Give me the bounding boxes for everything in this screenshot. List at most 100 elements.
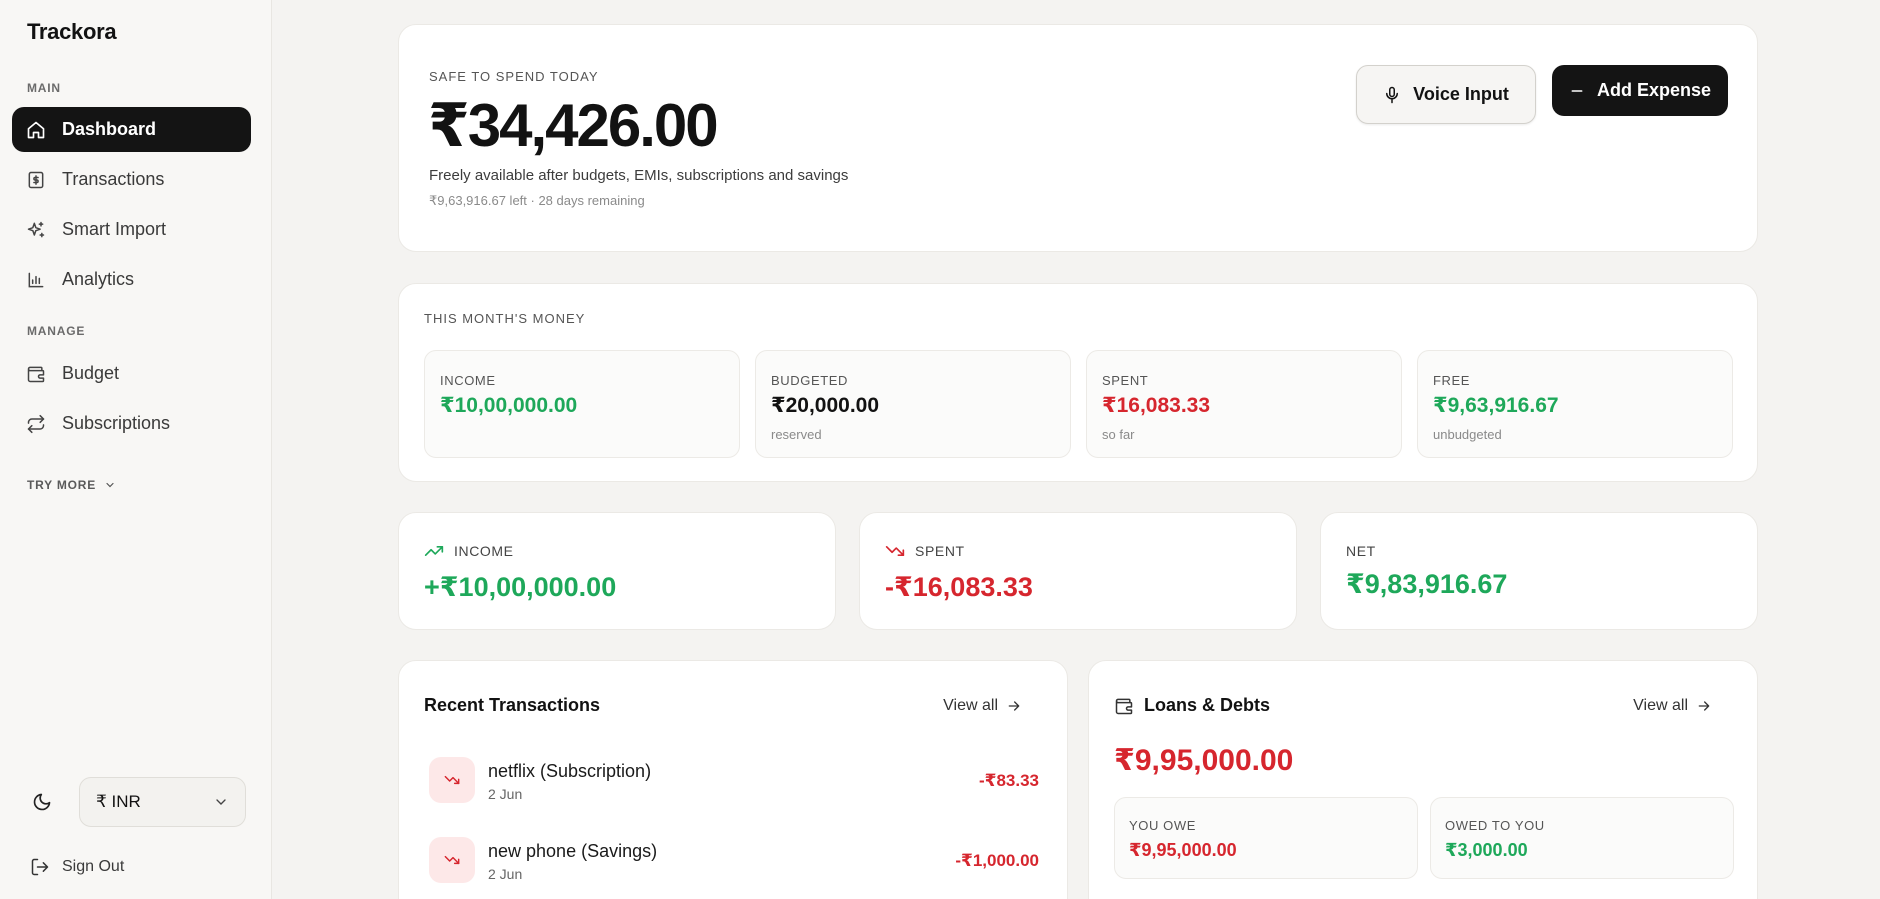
loans-total-amount: ₹9,95,000.00 — [1114, 744, 1294, 777]
net-summary-value: ₹9,83,916.67 — [1346, 569, 1508, 599]
recent-transactions-title: Recent Transactions — [424, 695, 601, 715]
voice-input-button[interactable]: Voice Input — [1356, 65, 1536, 124]
app-logo-text: Trackora — [27, 19, 117, 44]
sidebar-item-label: Analytics — [62, 269, 135, 289]
loans-view-all-link[interactable]: View all — [1633, 697, 1712, 715]
transaction-name: netflix (Subscription) — [488, 761, 652, 781]
spent-summary-value: -₹16,083.33 — [885, 572, 1033, 602]
owed-to-you-box: OWED TO YOU ₹3,000.00 — [1430, 797, 1734, 879]
repeat-icon — [27, 414, 45, 433]
stat-free: FREE ₹9,63,916.67 unbudgeted — [1417, 350, 1733, 458]
sidebar-item-budget[interactable]: Budget — [12, 351, 251, 396]
currency-select[interactable]: ₹ INR — [79, 777, 246, 827]
sidebar-item-label: Subscriptions — [62, 413, 171, 433]
theme-toggle-button[interactable] — [30, 790, 54, 814]
net-summary-card: NET ₹9,83,916.67 — [1320, 512, 1758, 630]
transaction-date: 2 Jun — [488, 866, 523, 882]
sidebar-item-transactions[interactable]: Transactions — [12, 157, 251, 202]
chevron-down-icon — [216, 799, 226, 805]
stat-value: ₹16,083.33 — [1102, 394, 1211, 417]
safe-to-spend-amount: ₹34,426.00 — [428, 92, 719, 159]
home-icon — [27, 121, 45, 138]
stat-spent: SPENT ₹16,083.33 so far — [1086, 350, 1402, 458]
transaction-row[interactable]: netflix (Subscription) 2 Jun -₹83.33 — [429, 757, 1039, 803]
you-owe-label: YOU OWE — [1129, 818, 1197, 833]
sidebar-item-label: Smart Import — [62, 219, 167, 239]
sidebar-item-label: Dashboard — [62, 119, 157, 139]
view-all-label: View all — [1633, 697, 1688, 714]
trending-down-icon — [429, 757, 475, 803]
stat-label: INCOME — [440, 373, 496, 388]
minus-icon — [1571, 89, 1583, 92]
trending-down-icon — [429, 837, 475, 883]
monthly-money-card: THIS MONTH'S MONEY INCOME ₹10,00,000.00 … — [398, 283, 1758, 482]
you-owe-value: ₹9,95,000.00 — [1129, 840, 1237, 860]
stat-value: ₹20,000.00 — [771, 394, 880, 417]
sign-out-button[interactable]: Sign Out — [30, 857, 124, 877]
stat-label: FREE — [1433, 373, 1471, 388]
sidebar-item-dashboard[interactable]: Dashboard — [12, 107, 251, 152]
wallet-icon — [1115, 698, 1133, 714]
loans-debts-title: Loans & Debts — [1144, 695, 1271, 715]
sidebar: Trackora MAIN Dashboard Transactions Sma… — [0, 0, 272, 899]
recent-transactions-card: Recent Transactions View all netflix (Su… — [398, 660, 1068, 899]
add-expense-label: Add Expense — [1596, 80, 1712, 100]
stat-note: reserved — [771, 427, 822, 442]
receipt-icon — [28, 171, 44, 188]
loans-debts-card: Loans & Debts View all ₹9,95,000.00 YOU … — [1088, 660, 1758, 899]
recent-view-all-link[interactable]: View all — [943, 697, 1022, 715]
remaining-summary: ₹9,63,916.67 left · 28 days remaining — [429, 193, 645, 208]
try-more-label: TRY MORE — [27, 478, 97, 492]
stat-value: ₹9,63,916.67 — [1433, 394, 1559, 417]
safe-to-spend-description: Freely available after budgets, EMIs, su… — [429, 167, 849, 184]
safe-to-spend-label: SAFE TO SPEND TODAY — [429, 69, 599, 84]
sidebar-item-smart-import[interactable]: Smart Import — [12, 207, 251, 252]
spent-summary-card: SPENT -₹16,083.33 — [859, 512, 1297, 630]
wallet-icon — [27, 366, 45, 382]
microphone-icon — [1386, 86, 1399, 103]
sidebar-item-label: Budget — [62, 363, 120, 383]
stat-note: unbudgeted — [1433, 427, 1502, 442]
transaction-date: 2 Jun — [488, 786, 523, 802]
owed-to-you-value: ₹3,000.00 — [1445, 840, 1528, 860]
section-label-main: MAIN — [27, 81, 61, 95]
stat-label: SPENT — [1102, 373, 1149, 388]
sidebar-item-subscriptions[interactable]: Subscriptions — [12, 401, 251, 446]
add-expense-button[interactable]: Add Expense — [1552, 65, 1728, 116]
safe-to-spend-card: SAFE TO SPEND TODAY ₹34,426.00 Freely av… — [398, 24, 1758, 252]
sign-out-icon — [31, 858, 49, 876]
sparkles-icon — [27, 221, 45, 237]
spent-summary-label: SPENT — [915, 543, 965, 559]
transaction-name: new phone (Savings) — [488, 841, 658, 861]
trending-up-icon — [424, 546, 444, 556]
stat-note: so far — [1102, 427, 1135, 442]
stat-income: INCOME ₹10,00,000.00 — [424, 350, 740, 458]
owed-to-you-label: OWED TO YOU — [1445, 818, 1545, 833]
arrow-right-icon — [1698, 701, 1710, 711]
sidebar-item-analytics[interactable]: Analytics — [12, 257, 251, 302]
trending-down-icon — [885, 546, 905, 556]
currency-value: ₹ INR — [96, 792, 141, 811]
income-summary-label: INCOME — [454, 543, 514, 559]
sidebar-item-label: Transactions — [62, 169, 165, 189]
income-summary-value: +₹10,00,000.00 — [424, 572, 617, 602]
net-summary-label: NET — [1346, 543, 1376, 559]
stat-budgeted: BUDGETED ₹20,000.00 reserved — [755, 350, 1071, 458]
transaction-amount: -₹1,000.00 — [955, 851, 1039, 870]
try-more-toggle[interactable]: TRY MORE — [27, 478, 116, 492]
sign-out-label: Sign Out — [62, 858, 125, 875]
transaction-amount: -₹83.33 — [978, 771, 1039, 790]
income-summary-card: INCOME +₹10,00,000.00 — [398, 512, 836, 630]
you-owe-box: YOU OWE ₹9,95,000.00 — [1114, 797, 1418, 879]
stat-value: ₹10,00,000.00 — [440, 394, 578, 417]
chevron-down-icon — [106, 482, 114, 488]
view-all-label: View all — [943, 697, 998, 714]
voice-input-label: Voice Input — [1413, 84, 1509, 104]
transaction-row[interactable]: new phone (Savings) 2 Jun -₹1,000.00 — [429, 837, 1039, 883]
bar-chart-icon — [28, 272, 44, 287]
moon-icon — [33, 793, 51, 811]
section-label-manage: MANAGE — [27, 324, 86, 338]
stat-label: BUDGETED — [771, 373, 849, 388]
arrow-right-icon — [1008, 701, 1020, 711]
monthly-money-title: THIS MONTH'S MONEY — [424, 311, 586, 326]
